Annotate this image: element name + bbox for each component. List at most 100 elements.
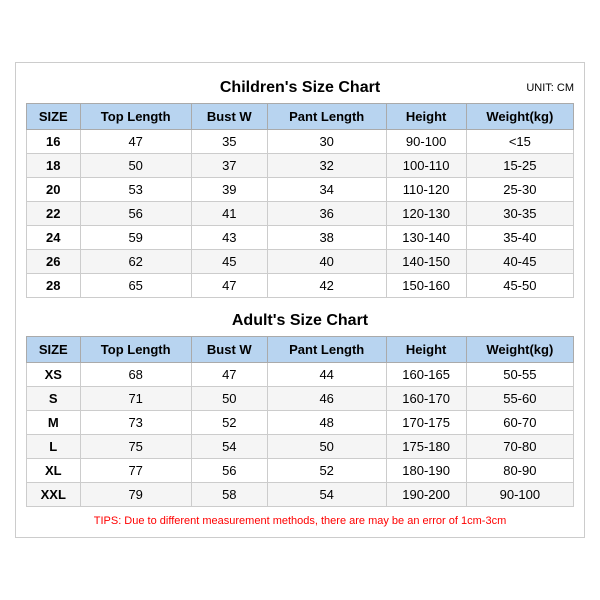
data-cell: 52 (191, 411, 267, 435)
data-cell: 79 (80, 483, 191, 507)
size-col: XXL (27, 483, 81, 507)
data-cell: 34 (267, 178, 386, 202)
data-cell: 54 (191, 435, 267, 459)
data-cell: 43 (191, 226, 267, 250)
table-row: 18503732100-11015-25 (27, 154, 574, 178)
data-cell: 90-100 (466, 483, 573, 507)
table-row: 28654742150-16045-50 (27, 274, 574, 298)
table-row: XL775652180-19080-90 (27, 459, 574, 483)
data-cell: 71 (80, 387, 191, 411)
data-cell: 52 (267, 459, 386, 483)
size-chart-container: Children's Size Chart UNIT: CM SIZE Top … (15, 62, 585, 538)
data-cell: 15-25 (466, 154, 573, 178)
size-col: 26 (27, 250, 81, 274)
data-cell: 40-45 (466, 250, 573, 274)
data-cell: 46 (267, 387, 386, 411)
data-cell: 50 (267, 435, 386, 459)
data-cell: 160-170 (386, 387, 466, 411)
data-cell: 55-60 (466, 387, 573, 411)
col-pant-length-header: Pant Length (267, 104, 386, 130)
size-col: 20 (27, 178, 81, 202)
data-cell: 190-200 (386, 483, 466, 507)
data-cell: 38 (267, 226, 386, 250)
adult-col-top-length-header: Top Length (80, 337, 191, 363)
table-row: 1647353090-100<15 (27, 130, 574, 154)
data-cell: <15 (466, 130, 573, 154)
data-cell: 77 (80, 459, 191, 483)
size-col: 24 (27, 226, 81, 250)
data-cell: 48 (267, 411, 386, 435)
table-row: S715046160-17055-60 (27, 387, 574, 411)
data-cell: 54 (267, 483, 386, 507)
data-cell: 40 (267, 250, 386, 274)
adult-title-text: Adult's Size Chart (232, 312, 368, 329)
adult-col-weight-header: Weight(kg) (466, 337, 573, 363)
data-cell: 39 (191, 178, 267, 202)
col-height-header: Height (386, 104, 466, 130)
data-cell: 60-70 (466, 411, 573, 435)
data-cell: 50 (191, 387, 267, 411)
data-cell: 47 (191, 274, 267, 298)
adult-col-bust-w-header: Bust W (191, 337, 267, 363)
data-cell: 160-165 (386, 363, 466, 387)
size-col: M (27, 411, 81, 435)
data-cell: 100-110 (386, 154, 466, 178)
data-cell: 110-120 (386, 178, 466, 202)
table-row: XXL795854190-20090-100 (27, 483, 574, 507)
table-row: 24594338130-14035-40 (27, 226, 574, 250)
data-cell: 45 (191, 250, 267, 274)
size-col: 16 (27, 130, 81, 154)
data-cell: 175-180 (386, 435, 466, 459)
adult-title: Adult's Size Chart (26, 306, 574, 336)
col-top-length-header: Top Length (80, 104, 191, 130)
data-cell: 150-160 (386, 274, 466, 298)
data-cell: 70-80 (466, 435, 573, 459)
data-cell: 90-100 (386, 130, 466, 154)
adult-size-table: SIZE Top Length Bust W Pant Length Heigh… (26, 336, 574, 507)
adult-col-height-header: Height (386, 337, 466, 363)
data-cell: 30 (267, 130, 386, 154)
data-cell: 130-140 (386, 226, 466, 250)
data-cell: 35 (191, 130, 267, 154)
data-cell: 68 (80, 363, 191, 387)
table-row: 26624540140-15040-45 (27, 250, 574, 274)
table-row: 22564136120-13030-35 (27, 202, 574, 226)
data-cell: 41 (191, 202, 267, 226)
size-col: 28 (27, 274, 81, 298)
size-col: XL (27, 459, 81, 483)
size-col: 22 (27, 202, 81, 226)
size-col: L (27, 435, 81, 459)
col-size-header: SIZE (27, 104, 81, 130)
children-title: Children's Size Chart UNIT: CM (26, 73, 574, 103)
col-weight-header: Weight(kg) (466, 104, 573, 130)
data-cell: 120-130 (386, 202, 466, 226)
table-row: M735248170-17560-70 (27, 411, 574, 435)
data-cell: 50 (80, 154, 191, 178)
size-col: XS (27, 363, 81, 387)
data-cell: 75 (80, 435, 191, 459)
data-cell: 50-55 (466, 363, 573, 387)
adult-col-pant-length-header: Pant Length (267, 337, 386, 363)
data-cell: 47 (191, 363, 267, 387)
size-col: 18 (27, 154, 81, 178)
data-cell: 45-50 (466, 274, 573, 298)
data-cell: 180-190 (386, 459, 466, 483)
data-cell: 62 (80, 250, 191, 274)
children-header-row: SIZE Top Length Bust W Pant Length Heigh… (27, 104, 574, 130)
data-cell: 65 (80, 274, 191, 298)
data-cell: 58 (191, 483, 267, 507)
col-bust-w-header: Bust W (191, 104, 267, 130)
data-cell: 30-35 (466, 202, 573, 226)
adult-col-size-header: SIZE (27, 337, 81, 363)
data-cell: 170-175 (386, 411, 466, 435)
data-cell: 73 (80, 411, 191, 435)
data-cell: 47 (80, 130, 191, 154)
adult-header-row: SIZE Top Length Bust W Pant Length Heigh… (27, 337, 574, 363)
unit-label: UNIT: CM (526, 82, 574, 94)
children-title-text: Children's Size Chart (220, 79, 380, 96)
data-cell: 56 (80, 202, 191, 226)
data-cell: 37 (191, 154, 267, 178)
data-cell: 42 (267, 274, 386, 298)
data-cell: 80-90 (466, 459, 573, 483)
data-cell: 59 (80, 226, 191, 250)
